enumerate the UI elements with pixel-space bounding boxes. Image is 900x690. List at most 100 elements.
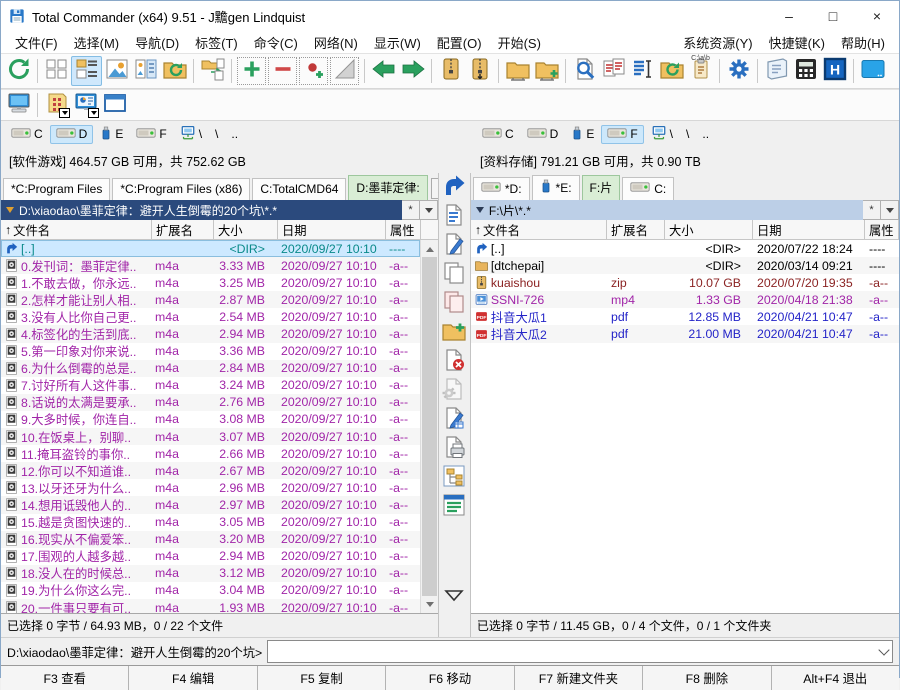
right-tab-0[interactable]: *D:	[473, 177, 530, 200]
menu-item-2[interactable]: 导航(D)	[127, 31, 187, 54]
network-neighborhood-button[interactable]	[503, 57, 532, 85]
dropdown-arrow-icon[interactable]	[88, 108, 99, 118]
file-row[interactable]: 7.讨好所有人这件事..m4a3.24 MB2020/09/27 10:10-a…	[1, 377, 420, 394]
right-dir-history-button[interactable]	[881, 200, 899, 220]
menu-item-5[interactable]: 网络(N)	[306, 31, 366, 54]
file-row[interactable]: 11.掩耳盗铃的事你..m4a2.66 MB2020/09/27 10:10-a…	[1, 445, 420, 462]
edit-file-button[interactable]	[441, 234, 467, 259]
file-row[interactable]: 5.第一印象对你来说..m4a3.36 MB2020/09/27 10:10-a…	[1, 343, 420, 360]
unselect-all-button[interactable]	[330, 57, 359, 85]
file-row[interactable]: [dtchepai]<DIR>2020/03/14 09:21----	[471, 257, 899, 274]
view-file-button[interactable]	[441, 205, 467, 230]
dropdown-arrow-icon[interactable]	[59, 108, 70, 118]
thumbnails-view-button[interactable]	[102, 57, 131, 85]
file-row[interactable]: SSNI-726mp41.33 GB2020/04/18 21:38-a--	[471, 291, 899, 308]
left-header-ext[interactable]: 扩展名	[152, 220, 214, 239]
file-row[interactable]: 2.怎样才能让别人相..m4a2.87 MB2020/09/27 10:10-a…	[1, 291, 420, 308]
unselect-group-button[interactable]	[268, 57, 297, 85]
left-drive-E[interactable]: E	[94, 124, 129, 145]
control-panel-button[interactable]	[42, 93, 71, 118]
file-row[interactable]: [..]<DIR>2020/09/27 10:10----	[1, 240, 420, 257]
history-back-button[interactable]	[369, 57, 398, 85]
right-drive-root-5[interactable]: \	[680, 125, 695, 143]
right-header-ext[interactable]: 扩展名	[607, 220, 665, 239]
menu-item-7[interactable]: 配置(O)	[429, 31, 490, 54]
file-row[interactable]: 4.标签化的生活到底..m4a2.94 MB2020/09/27 10:10-a…	[1, 325, 420, 342]
menu-item-6[interactable]: 显示(W)	[366, 31, 429, 54]
history-forward-button[interactable]	[398, 57, 427, 85]
left-header-name[interactable]: ↑文件名	[1, 220, 152, 239]
left-dir-history-button[interactable]	[420, 200, 438, 220]
right-current-path[interactable]: F:\片\*.*	[471, 200, 863, 220]
display-settings-button[interactable]	[71, 93, 100, 118]
right-drive-C[interactable]: C	[476, 125, 520, 144]
right-drive-D[interactable]: D	[521, 125, 565, 144]
function-key-alt-f4[interactable]: Alt+F4 退出	[772, 666, 899, 690]
file-row[interactable]: 20.一件事只要有可..m4a1.93 MB2020/09/27 10:10-a…	[1, 599, 420, 613]
show-desktop-button[interactable]	[858, 57, 887, 85]
function-key-f4[interactable]: F4 编辑	[129, 666, 257, 690]
menu-item-4[interactable]: 命令(C)	[246, 31, 306, 54]
file-row[interactable]: PDF抖音大瓜1pdf12.85 MB2020/04/21 10:47-a--	[471, 308, 899, 325]
file-row[interactable]: 13.以牙还牙为什么..m4a2.96 MB2020/09/27 10:10-a…	[1, 479, 420, 496]
left-tab-2[interactable]: C:TotalCMD64	[252, 178, 346, 200]
file-row[interactable]: kuaishouzip10.07 GB2020/07/20 19:35-a--	[471, 274, 899, 291]
file-row[interactable]: 18.没人在的时候总..m4a3.12 MB2020/09/27 10:10-a…	[1, 565, 420, 582]
sync-dirs-button[interactable]	[657, 57, 686, 85]
details-view-button[interactable]	[71, 56, 102, 86]
right-drive-E[interactable]: E	[565, 124, 600, 145]
menu-item-8[interactable]: 开始(S)	[490, 31, 549, 54]
file-row[interactable]: 8.话说的太满是要承..m4a2.76 MB2020/09/27 10:10-a…	[1, 394, 420, 411]
left-select-files-button[interactable]: *	[402, 200, 420, 220]
scroll-down-button[interactable]	[421, 597, 438, 613]
edit-attributes-button[interactable]	[441, 408, 467, 433]
left-drive-parent[interactable]: ..	[225, 125, 244, 143]
file-row[interactable]: 9.大多时候，你连自..m4a3.08 MB2020/09/27 10:10-a…	[1, 411, 420, 428]
compare-files-button[interactable]	[599, 57, 628, 85]
right-header-size[interactable]: 大小	[665, 220, 753, 239]
right-tab-2[interactable]: F:片	[582, 175, 621, 200]
list-settings-button[interactable]	[441, 495, 467, 520]
file-row[interactable]: 12.你可以不知道谁..m4a2.67 MB2020/09/27 10:10-a…	[1, 462, 420, 479]
left-current-path[interactable]: D:\xiaodao\墨菲定律：避开人生倒霉的20个坑\*.*	[1, 200, 402, 220]
minimize-button[interactable]: –	[767, 1, 811, 31]
function-key-f6[interactable]: F6 移动	[386, 666, 514, 690]
left-drive-root-4[interactable]: \	[174, 124, 208, 145]
file-row[interactable]: 17.围观的人越多越..m4a2.94 MB2020/09/27 10:10-a…	[1, 548, 420, 565]
left-header-date[interactable]: 日期	[278, 220, 386, 239]
select-group-button[interactable]	[237, 57, 266, 85]
function-key-f7[interactable]: F7 新建文件夹	[515, 666, 643, 690]
function-key-f3[interactable]: F3 查看	[1, 666, 129, 690]
new-window-button[interactable]	[100, 93, 129, 118]
left-tab-0[interactable]: *C:Program Files	[3, 178, 110, 200]
file-row[interactable]: [..]<DIR>2020/07/22 18:24----	[471, 240, 899, 257]
right-select-files-button[interactable]: *	[863, 200, 881, 220]
quick-view-button[interactable]	[131, 57, 160, 85]
file-row[interactable]: 1.不敢去做，你永远..m4a3.25 MB2020/09/27 10:10-a…	[1, 274, 420, 291]
new-folder-button[interactable]	[441, 321, 467, 346]
right-drive-root-4[interactable]: \	[645, 124, 679, 145]
file-row[interactable]: 16.现实从不偏爱笨..m4a3.20 MB2020/09/27 10:10-a…	[1, 531, 420, 548]
file-wizard-button[interactable]	[441, 379, 467, 404]
more-commands-button[interactable]	[441, 585, 467, 610]
map-network-drive-button[interactable]	[532, 57, 561, 85]
file-row[interactable]: 3.没有人比你自己更..m4a2.54 MB2020/09/27 10:10-a…	[1, 308, 420, 325]
copy-file-button[interactable]	[441, 263, 467, 288]
help-button[interactable]: H	[820, 57, 849, 85]
menu-item-right-2[interactable]: 帮助(H)	[833, 31, 893, 54]
refresh-button[interactable]	[4, 57, 33, 85]
right-tab-3[interactable]: C:	[622, 177, 674, 200]
search-files-button[interactable]	[570, 57, 599, 85]
parent-dir-button[interactable]	[441, 176, 467, 201]
menu-item-right-1[interactable]: 快捷键(K)	[761, 31, 833, 54]
right-tab-1[interactable]: *E:	[532, 175, 580, 200]
menu-item-3[interactable]: 标签(T)	[187, 31, 246, 54]
left-tab-3[interactable]: D:墨菲定律:	[348, 175, 427, 200]
left-drive-F[interactable]: F	[130, 125, 172, 144]
move-file-button[interactable]	[441, 292, 467, 317]
scrollbar-thumb[interactable]	[422, 257, 437, 596]
right-header-attr[interactable]: 属性	[865, 220, 899, 239]
menu-item-0[interactable]: 文件(F)	[7, 31, 66, 54]
menu-item-1[interactable]: 选择(M)	[66, 31, 128, 54]
unpack-files-button[interactable]	[465, 57, 494, 85]
